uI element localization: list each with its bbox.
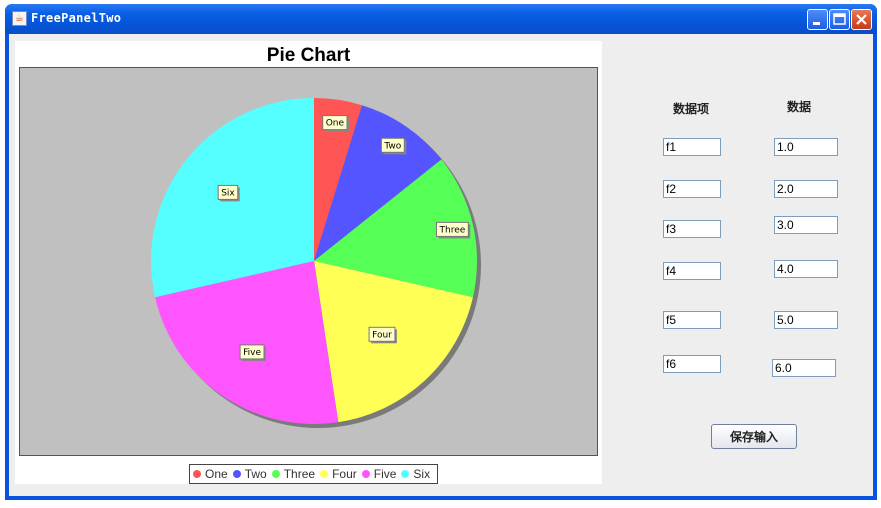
java-icon: ☕: [12, 11, 27, 26]
maximize-button[interactable]: [829, 9, 850, 30]
legend-label: Three: [283, 467, 316, 481]
item-field-6[interactable]: [663, 355, 721, 373]
legend-swatch: [232, 470, 241, 478]
maximize-icon: [833, 13, 846, 25]
value-field-2[interactable]: [774, 180, 838, 198]
window-title: FreePanelTwo: [31, 11, 122, 25]
save-input-button[interactable]: 保存输入: [711, 424, 797, 449]
svg-text:Four: Four: [372, 330, 392, 340]
slice-label-one: One: [322, 115, 349, 132]
minimize-icon: [813, 22, 820, 25]
value-field-4[interactable]: [774, 260, 838, 278]
close-button[interactable]: [851, 9, 872, 30]
svg-text:One: One: [326, 119, 345, 129]
close-icon: [856, 14, 867, 25]
minimize-button[interactable]: [807, 9, 828, 30]
client-area: Pie Chart One Two Three Four Five Six One Two T…: [9, 34, 873, 496]
legend-swatch: [320, 470, 329, 478]
item-field-4[interactable]: [663, 262, 721, 280]
legend: One Two Three Four Five Six: [189, 464, 438, 484]
item-header: 数据项: [673, 102, 710, 116]
app-window: ☕ FreePanelTwo Pie Chart One Two Three Four…: [5, 4, 877, 500]
legend-swatch: [401, 470, 410, 478]
slice-label-four: Four: [368, 326, 397, 344]
svg-text:Three: Three: [439, 225, 466, 235]
legend-item-two: Two: [232, 467, 267, 481]
svg-text:Six: Six: [221, 188, 235, 198]
value-header: 数据: [787, 100, 812, 114]
legend-label: Four: [332, 467, 357, 481]
legend-label: Six: [413, 467, 431, 481]
legend-item-six: Six: [401, 467, 430, 481]
legend-label: Two: [244, 467, 267, 481]
item-field-3[interactable]: [663, 220, 721, 238]
slice-label-two: Two: [380, 137, 407, 155]
legend-swatch: [361, 470, 370, 478]
slice-label-five: Five: [239, 344, 266, 361]
svg-text:Two: Two: [383, 141, 401, 151]
pie-plot: One Two Three Four Five Six: [19, 67, 598, 456]
value-field-1[interactable]: [774, 138, 838, 156]
item-field-5[interactable]: [663, 311, 721, 329]
slice-label-six: Six: [217, 184, 240, 202]
legend-label: One: [205, 467, 228, 481]
legend-item-one: One: [193, 467, 228, 481]
item-field-2[interactable]: [663, 180, 721, 198]
slice-label-three: Three: [436, 221, 471, 239]
legend-label: Five: [373, 467, 397, 481]
legend-swatch: [193, 470, 201, 478]
legend-item-four: Four: [320, 467, 357, 481]
value-field-3[interactable]: [774, 216, 838, 234]
legend-item-three: Three: [271, 467, 316, 481]
value-field-6[interactable]: [772, 359, 836, 377]
title-bar[interactable]: ☕ FreePanelTwo: [5, 4, 877, 34]
item-field-1[interactable]: [663, 138, 721, 156]
value-field-5[interactable]: [774, 311, 838, 329]
legend-swatch: [271, 470, 280, 478]
chart-panel: Pie Chart One Two Three Four Five Six One Two T…: [15, 41, 602, 484]
svg-text:Five: Five: [243, 348, 261, 358]
legend-item-five: Five: [361, 467, 397, 481]
